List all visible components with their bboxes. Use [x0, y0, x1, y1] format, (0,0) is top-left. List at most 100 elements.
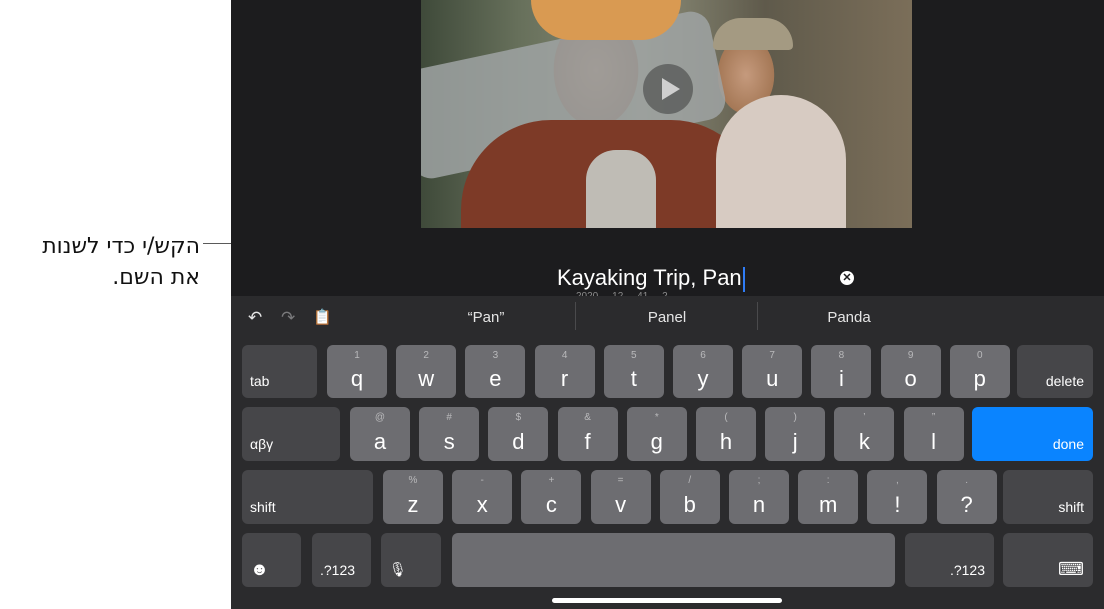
space-key[interactable] — [452, 533, 895, 587]
key-a[interactable]: @ a — [350, 407, 410, 461]
key-b[interactable]: / b — [659, 470, 720, 524]
key-j[interactable]: ) j — [765, 407, 826, 461]
key-alt-label: . — [965, 475, 968, 486]
key-?[interactable]: .? — [936, 470, 997, 524]
key-p[interactable]: 0p — [949, 345, 1010, 398]
key-q[interactable]: 1q — [327, 345, 387, 398]
redo-icon[interactable]: ↷ — [281, 308, 295, 328]
key-z[interactable]: % z — [383, 470, 443, 524]
key-f[interactable]: & f — [557, 407, 618, 461]
key-y[interactable]: 6y — [673, 345, 733, 398]
key-alt-label: 1 — [354, 350, 360, 361]
key-t[interactable]: 5t — [603, 345, 664, 398]
paste-icon[interactable]: 📋 — [313, 308, 332, 326]
suggestion-divider — [757, 302, 758, 330]
key-alt-label: 6 — [700, 350, 706, 361]
hide-keyboard-key[interactable]: ⌨ — [1003, 533, 1093, 587]
suggestion-2[interactable]: Panel — [602, 309, 732, 326]
key-alt-label: 3 — [492, 350, 499, 361]
project-title-text: Kayaking Trip, Pan — [557, 265, 742, 290]
key-k[interactable]: ’ k — [834, 407, 895, 461]
shift-left-key[interactable]: shift — [242, 470, 373, 524]
key-label: d — [512, 429, 525, 454]
key-alt-label: ; — [757, 475, 761, 486]
key-alt-label: 2 — [423, 350, 429, 361]
key-alt-label: ( — [724, 412, 728, 423]
key-s[interactable]: # s — [419, 407, 480, 461]
key-label: e — [489, 366, 502, 391]
key-alt-label: % — [408, 475, 418, 486]
key-g[interactable]: * g — [626, 407, 687, 461]
delete-key[interactable]: delete — [1017, 345, 1093, 398]
figure-shape — [586, 150, 656, 228]
key-u[interactable]: 7u — [742, 345, 803, 398]
callout-text: הקש/י כדי לשנות את השם. — [0, 231, 200, 293]
key-label: u — [766, 366, 779, 391]
key-label: g — [650, 429, 663, 454]
key-alt-label: = — [617, 475, 624, 486]
key-label: k — [858, 429, 870, 454]
dictation-key[interactable]: 🎙 — [381, 533, 441, 587]
key-i[interactable]: 8i — [811, 345, 872, 398]
key-label: j — [792, 429, 798, 454]
key-label: s — [443, 429, 455, 454]
key-l[interactable]: ” l — [903, 407, 964, 461]
key-e[interactable]: 3e — [465, 345, 526, 398]
device-screen: Kayaking Trip, Pan ✕ 2020 ... 12 ... 41 … — [231, 0, 1104, 609]
key-label: n — [752, 492, 766, 517]
suggestion-1[interactable]: “Pan” — [421, 309, 551, 326]
key-label: o — [904, 366, 917, 391]
shift-right-key[interactable]: shift — [1003, 470, 1093, 524]
key-n[interactable]: ; n — [729, 470, 789, 524]
key-alt-label: * — [654, 412, 659, 423]
key-alt-label: 9 — [907, 350, 914, 361]
key-label: ! — [894, 492, 901, 517]
key-alt-label: 4 — [561, 350, 568, 361]
done-key[interactable]: done — [972, 407, 1093, 461]
key-label: b — [683, 492, 696, 517]
play-icon[interactable] — [643, 64, 693, 114]
key-label: p — [973, 366, 986, 391]
key-v[interactable]: = v — [590, 470, 651, 524]
greek-key[interactable]: αβγ — [242, 407, 340, 461]
figure-shape — [531, 0, 681, 40]
video-thumbnail[interactable] — [421, 0, 912, 228]
clear-text-icon[interactable]: ✕ — [840, 271, 854, 285]
suggestion-divider — [575, 302, 576, 330]
key-r[interactable]: 4r — [534, 345, 595, 398]
key-alt-label: & — [584, 412, 591, 423]
key-alt-label: ’ — [863, 412, 866, 423]
undo-icon[interactable]: ↶ — [248, 308, 262, 328]
numbers-right-key[interactable]: .?123 — [905, 533, 994, 587]
callout-line-1: הקש/י כדי לשנות — [42, 234, 200, 259]
key-d[interactable]: $ d — [488, 407, 549, 461]
numbers-left-key[interactable]: .?123 — [312, 533, 371, 587]
key-m[interactable]: :m — [798, 470, 859, 524]
key-label: l — [931, 429, 937, 454]
emoji-key[interactable]: ☻ — [242, 533, 301, 587]
key-label: v — [615, 492, 627, 517]
tab-key[interactable]: tab — [242, 345, 317, 398]
suggestion-3[interactable]: Panda — [784, 309, 914, 326]
keyboard: ↶ ↷ 📋 “Pan” Panel Panda tab delete αβγ d… — [231, 296, 1104, 609]
home-indicator[interactable] — [552, 598, 782, 603]
key-label: c — [545, 492, 557, 517]
key-label: h — [719, 429, 733, 454]
key-x[interactable]: -x — [452, 470, 513, 524]
key-c[interactable]: + c — [521, 470, 582, 524]
key-h[interactable]: (h — [696, 407, 756, 461]
key-w[interactable]: 2w — [396, 345, 457, 398]
key-alt-label: 8 — [838, 350, 845, 361]
key-label: m — [819, 492, 838, 517]
key-![interactable]: ,! — [867, 470, 928, 524]
key-label: ? — [960, 492, 973, 517]
keyboard-icon: ⌨ — [1058, 559, 1084, 579]
key-alt-label: ” — [931, 412, 936, 423]
key-alt-label: 0 — [977, 350, 983, 361]
figure-shape — [716, 95, 846, 228]
figure-shape — [713, 18, 793, 50]
key-alt-label: + — [548, 475, 555, 486]
key-alt-label: 7 — [769, 350, 775, 361]
key-o[interactable]: 9o — [880, 345, 941, 398]
key-alt-label: / — [688, 475, 692, 486]
